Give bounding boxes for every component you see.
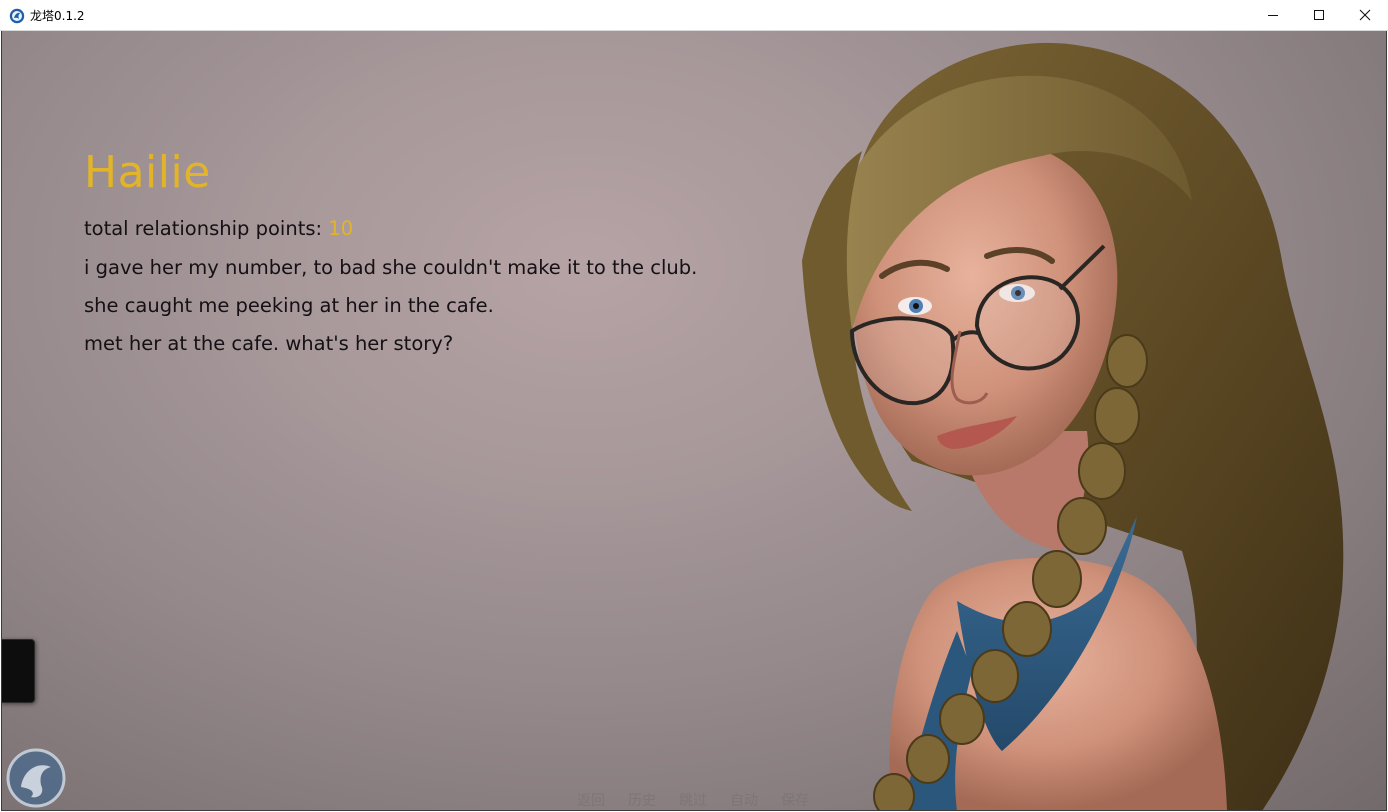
dragon-logo-icon[interactable] <box>5 747 67 809</box>
relationship-points: total relationship points: 10 <box>84 216 353 242</box>
character-note: i gave her my number, to bad she couldn'… <box>84 256 698 279</box>
side-menu-tab[interactable] <box>2 639 35 703</box>
quick-menu: 返回 历史 跳过 自动 保存 <box>577 791 809 810</box>
character-name: Hailie <box>84 147 211 198</box>
maximize-button[interactable] <box>1296 0 1342 30</box>
relationship-points-value: 10 <box>328 217 354 240</box>
minimize-button[interactable] <box>1250 0 1296 30</box>
character-portrait <box>802 43 1344 810</box>
relationship-points-label: total relationship points: <box>84 217 323 240</box>
character-note: met her at the cafe. what's her story? <box>84 332 454 355</box>
quick-menu-auto[interactable]: 自动 <box>730 791 758 810</box>
maximize-icon <box>1314 10 1324 20</box>
quick-menu-skip[interactable]: 跳过 <box>679 791 707 810</box>
app-logo-icon <box>9 8 25 24</box>
quick-menu-save[interactable]: 保存 <box>781 791 809 810</box>
close-icon <box>1359 9 1371 21</box>
close-button[interactable] <box>1342 0 1388 30</box>
window-titlebar: 龙塔0.1.2 <box>0 0 1388 31</box>
window-title: 龙塔0.1.2 <box>30 9 85 23</box>
game-viewport[interactable]: Hailie total relationship points: 10 i g… <box>1 31 1387 811</box>
minimize-icon <box>1268 15 1278 16</box>
quick-menu-back[interactable]: 返回 <box>577 791 605 810</box>
character-note: she caught me peeking at her in the cafe… <box>84 294 494 317</box>
quick-menu-history[interactable]: 历史 <box>628 791 656 810</box>
